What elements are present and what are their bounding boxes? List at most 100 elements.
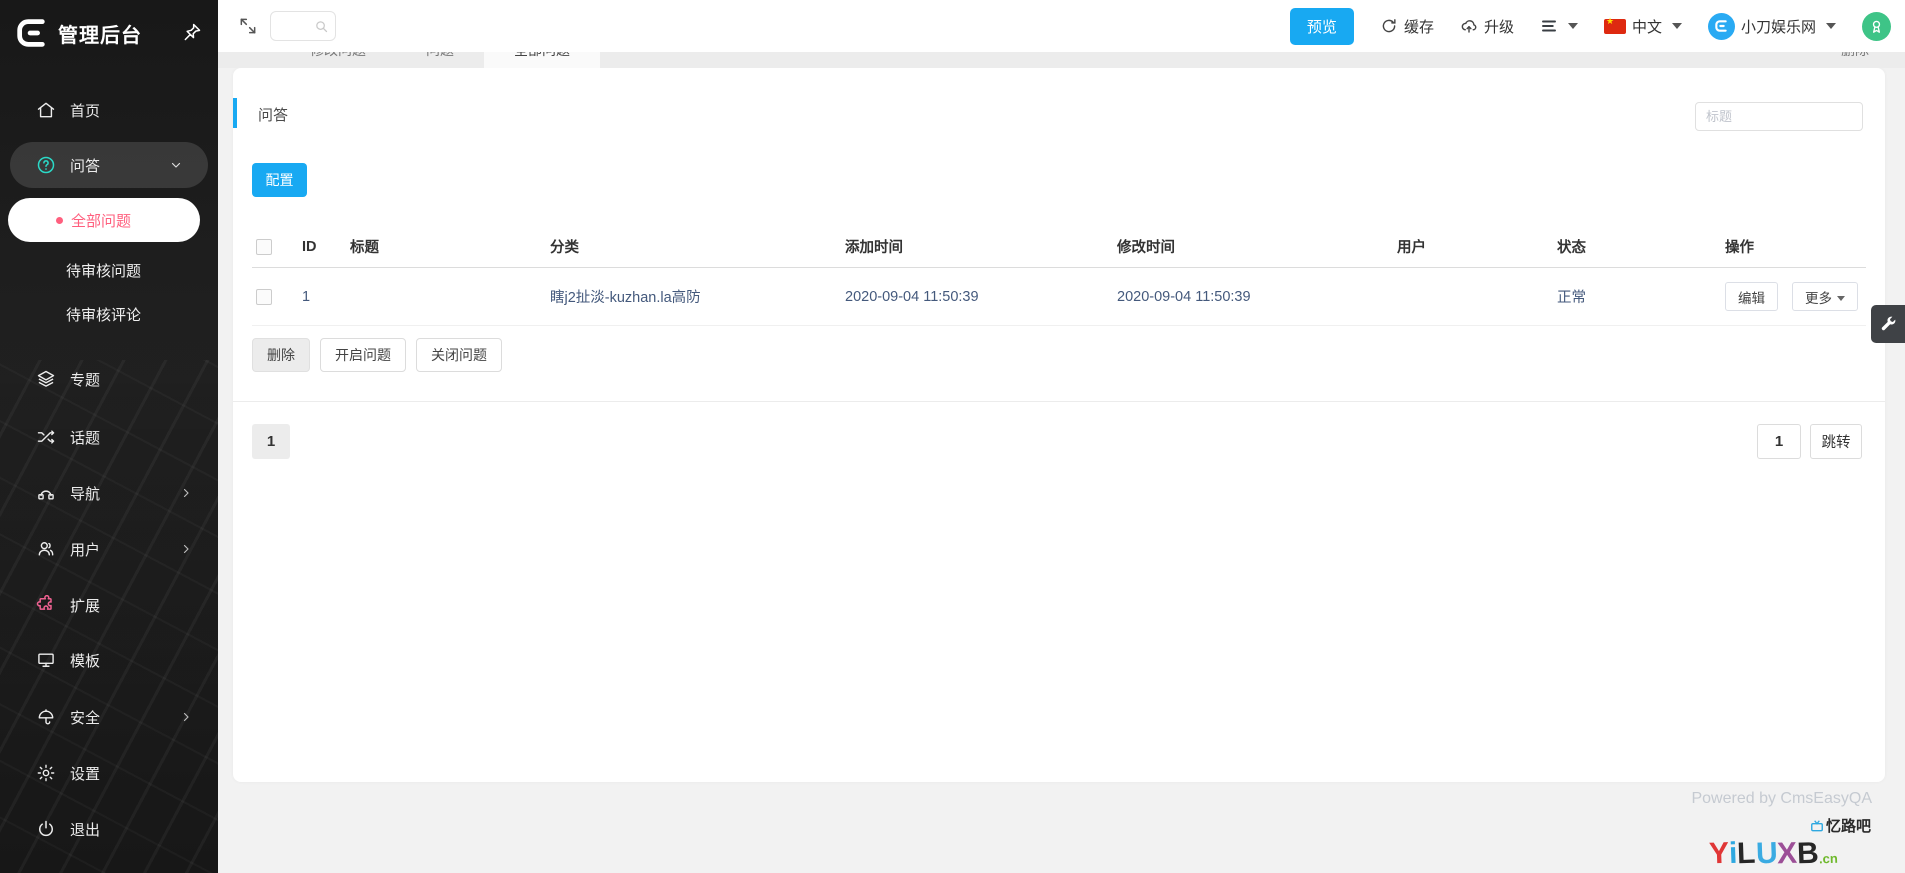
chevron-right-icon — [180, 487, 192, 499]
site-logo-icon — [1708, 13, 1735, 40]
questions-table: ID 标题 分类 添加时间 修改时间 用户 状态 操作 1 瞎j2扯淡-kuzh… — [252, 226, 1866, 326]
tab-all-questions[interactable]: 全部问题 — [484, 52, 600, 68]
sidebar-subitem-label: 待审核问题 — [66, 260, 141, 281]
sidebar-subitem-pending-comments[interactable]: 待审核评论 — [0, 292, 218, 336]
more-label: 更多 — [1805, 291, 1832, 306]
toolbar-search[interactable] — [270, 11, 336, 41]
edit-button[interactable]: 编辑 — [1725, 282, 1778, 311]
delete-button[interactable]: 删除 — [252, 338, 310, 372]
sidebar-item-label: 安全 — [70, 707, 100, 728]
page-number-1[interactable]: 1 — [252, 424, 290, 459]
search-icon — [314, 19, 329, 34]
caret-down-icon — [1568, 23, 1578, 29]
chevron-right-icon — [180, 543, 192, 555]
shuffle-icon — [36, 427, 56, 447]
top-toolbar: 预览 缓存 升级 中文 — [218, 0, 1905, 52]
sidebar-item-users[interactable]: 用户 — [0, 521, 218, 577]
brand-title: 管理后台 — [58, 19, 142, 48]
language-dropdown[interactable]: 中文 — [1604, 16, 1682, 37]
cloud-up-icon — [1460, 17, 1478, 35]
sidebar-item-label: 设置 — [70, 763, 100, 784]
power-icon — [36, 819, 56, 839]
caret-down-icon — [1826, 23, 1836, 29]
tools-fab-button[interactable] — [1871, 305, 1905, 343]
home-icon — [36, 100, 56, 120]
toolbar-search-input[interactable] — [276, 19, 314, 34]
table-header-row: ID 标题 分类 添加时间 修改时间 用户 状态 操作 — [252, 226, 1866, 268]
wm-letter: L — [1737, 839, 1756, 870]
col-status: 状态 — [1553, 226, 1721, 268]
select-all-checkbox[interactable] — [256, 239, 272, 255]
tab-edit-question[interactable]: 修改问题 — [280, 52, 396, 68]
sidebar-item-threads[interactable]: 话题 — [0, 409, 218, 465]
license-badge-icon[interactable] — [1862, 12, 1891, 41]
close-question-button[interactable]: 关闭问题 — [416, 338, 502, 372]
tabs: 修改问题 问题 全部问题 — [218, 52, 1905, 68]
col-user: 用户 — [1393, 226, 1553, 268]
watermark-badge: 忆路吧 — [1810, 815, 1871, 836]
col-category: 分类 — [546, 226, 841, 268]
sidebar-subitem-pending-questions[interactable]: 待审核问题 — [0, 248, 218, 292]
watermark-logo-text: YiLUXB.cn — [1709, 839, 1838, 869]
sidebar-item-label: 用户 — [70, 539, 100, 560]
pin-icon[interactable] — [182, 22, 202, 42]
cell-category[interactable]: 瞎j2扯淡-kuzhan.la高防 — [546, 268, 841, 326]
jump-button[interactable]: 跳转 — [1810, 424, 1862, 459]
title-accent-bar — [233, 98, 237, 128]
sidebar-header: 管理后台 — [0, 0, 218, 66]
active-bullet — [56, 217, 63, 224]
sidebar-item-label: 首页 — [70, 100, 100, 121]
list-icon — [1540, 17, 1558, 35]
col-added-time: 添加时间 — [841, 226, 1113, 268]
sidebar-item-qa[interactable]: 问答 — [10, 142, 208, 188]
sidebar-item-topics[interactable]: 专题 — [0, 351, 218, 407]
vector-path-icon — [36, 483, 56, 503]
fullscreen-icon[interactable] — [238, 16, 258, 36]
sidebar-subitem-label: 待审核评论 — [66, 304, 141, 325]
sidebar-item-security[interactable]: 安全 — [0, 689, 218, 745]
card-divider — [233, 401, 1885, 402]
watermark: 忆路吧 YiLUXB.cn — [1709, 823, 1899, 871]
cell-id: 1 — [298, 268, 346, 326]
jump-page-input[interactable] — [1757, 424, 1801, 459]
upgrade-button[interactable]: 升级 — [1460, 16, 1514, 37]
cell-added-time: 2020-09-04 11:50:39 — [841, 268, 1113, 326]
sidebar-subitem-label: 全部问题 — [71, 210, 131, 231]
menu-list-dropdown[interactable] — [1540, 17, 1578, 35]
sidebar-item-settings[interactable]: 设置 — [0, 745, 218, 801]
sidebar-item-logout[interactable]: 退出 — [0, 801, 218, 857]
cache-label: 缓存 — [1404, 16, 1434, 37]
toolbar-right: 预览 缓存 升级 中文 — [1290, 0, 1891, 52]
tv-icon — [1810, 820, 1824, 832]
config-button[interactable]: 配置 — [252, 163, 307, 197]
cn-flag-icon — [1604, 19, 1626, 34]
row-checkbox[interactable] — [256, 289, 272, 305]
title-search-input[interactable] — [1696, 109, 1882, 124]
sidebar-item-label: 导航 — [70, 483, 100, 504]
language-label: 中文 — [1632, 16, 1662, 37]
refresh-icon — [1380, 17, 1398, 35]
site-label: 小刀娱乐网 — [1741, 16, 1816, 37]
open-question-button[interactable]: 开启问题 — [320, 338, 406, 372]
sidebar-item-home[interactable]: 首页 — [0, 82, 218, 138]
monitor-icon — [36, 650, 56, 670]
site-dropdown[interactable]: 小刀娱乐网 — [1708, 13, 1836, 40]
tab-strip: 修改问题 问题 全部问题 删除 — [218, 52, 1905, 68]
more-button[interactable]: 更多 — [1792, 282, 1858, 311]
layers-icon — [36, 369, 56, 389]
tab-question[interactable]: 问题 — [396, 52, 484, 68]
sidebar-subitem-all-questions[interactable]: 全部问题 — [8, 198, 200, 242]
preview-button[interactable]: 预览 — [1290, 8, 1354, 45]
cache-button[interactable]: 缓存 — [1380, 16, 1434, 37]
wm-suffix: .cn — [1819, 852, 1838, 866]
sidebar-item-templates[interactable]: 模板 — [0, 632, 218, 688]
sidebar-item-navigation[interactable]: 导航 — [0, 465, 218, 521]
wm-letter: B — [1797, 839, 1820, 870]
users-icon — [36, 539, 56, 559]
sidebar-item-extensions[interactable]: 扩展 — [0, 577, 218, 633]
gear-icon — [36, 763, 56, 783]
upgrade-label: 升级 — [1484, 16, 1514, 37]
tab-strip-right-action[interactable]: 删除 — [1841, 52, 1869, 68]
cell-user — [1393, 268, 1553, 326]
cell-modified-time: 2020-09-04 11:50:39 — [1113, 268, 1393, 326]
